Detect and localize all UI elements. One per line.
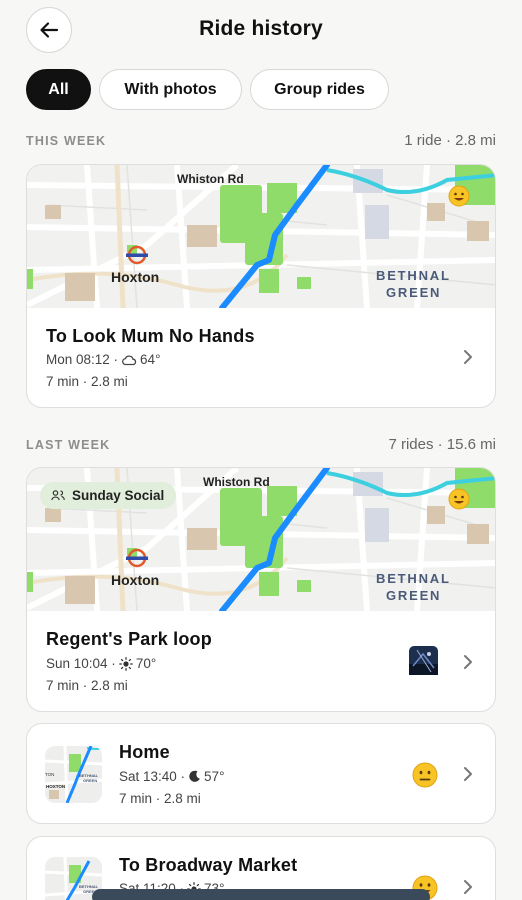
chevron-right-icon [464, 655, 472, 669]
filter-chips: All With photos Group rides [26, 69, 389, 110]
map-label-area: BETHNAL [376, 571, 451, 586]
ride-name: Regent's Park loop [46, 629, 212, 649]
section-label: THIS WEEK [26, 133, 107, 148]
ride-time: Sun 10:04 · [46, 656, 116, 671]
map-label-station: Hoxton [111, 269, 159, 285]
section-summary: 7 rides · 15.6 mi [388, 436, 496, 453]
filter-group-rides-chip[interactable]: Group rides [250, 69, 389, 110]
cloud-icon [122, 354, 137, 365]
neutral-face-icon [412, 762, 438, 788]
ride-photo-thumbnail[interactable] [409, 646, 438, 675]
section-last-week: LAST WEEK 7 rides · 15.6 mi [26, 436, 496, 453]
ride-stats: 7 min · 2.8 mi [46, 374, 128, 389]
ride-name: To Broadway Market [119, 855, 298, 875]
map-label-area: BETHNAL [376, 268, 451, 283]
chevron-right-icon [464, 767, 472, 781]
ride-time-weather: Mon 08:12 · 64° [46, 352, 160, 367]
ride-temperature: 70° [135, 656, 157, 671]
sun-icon [118, 656, 133, 671]
map-label-area: GREEN [386, 588, 441, 603]
section-label: LAST WEEK [26, 437, 111, 452]
moon-icon [189, 770, 200, 782]
map-label-area: GREEN [386, 285, 441, 300]
group-icon [51, 490, 65, 501]
map-label-road: Whiston Rd [203, 475, 270, 489]
happy-face-icon [448, 488, 470, 510]
group-ride-badge: Sunday Social [40, 482, 177, 509]
svg-text:TON: TON [45, 772, 54, 777]
ride-card[interactable]: Whiston Rd Hoxton BETHNAL GREEN To Look … [26, 164, 496, 408]
chevron-right-icon [464, 350, 472, 364]
section-summary: 1 ride · 2.8 mi [404, 132, 496, 149]
filter-with-photos-chip[interactable]: With photos [99, 69, 242, 110]
chevron-right-icon [464, 880, 472, 894]
svg-text:GREEN: GREEN [83, 778, 97, 783]
svg-text:HOXTON: HOXTON [46, 784, 65, 789]
ride-temperature: 57° [204, 769, 225, 784]
ride-card[interactable]: TON BETHNAL GREEN HOXTON Home Sat 13:40 … [26, 723, 496, 824]
section-this-week: THIS WEEK 1 ride · 2.8 mi [26, 132, 496, 149]
map-label-road: Whiston Rd [177, 172, 244, 186]
ride-stats: 7 min · 2.8 mi [119, 791, 201, 806]
bottom-sheet-handle[interactable] [92, 889, 430, 900]
ride-stats: 7 min · 2.8 mi [46, 678, 128, 693]
map-label-station: Hoxton [111, 572, 159, 588]
ride-name: To Look Mum No Hands [46, 326, 255, 346]
group-ride-name: Sunday Social [72, 488, 165, 503]
route-map-thumbnail: TON BETHNAL GREEN HOXTON [45, 746, 102, 803]
ride-time: Mon 08:12 · [46, 352, 119, 367]
ride-name: Home [119, 742, 170, 762]
ride-temperature: 64° [140, 352, 161, 367]
happy-face-icon [448, 185, 470, 207]
ride-time: Sat 13:40 · [119, 769, 186, 784]
ride-card[interactable]: Whiston Rd Hoxton BETHNAL GREEN Sunday S… [26, 467, 496, 712]
filter-all-chip[interactable]: All [26, 69, 91, 110]
header: Ride history [0, 0, 522, 62]
route-map: Whiston Rd Hoxton BETHNAL GREEN [27, 165, 495, 308]
page-title: Ride history [199, 17, 323, 40]
ride-time-weather: Sat 13:40 · 57° [119, 769, 224, 784]
ride-time-weather: Sun 10:04 · 70° [46, 656, 156, 671]
